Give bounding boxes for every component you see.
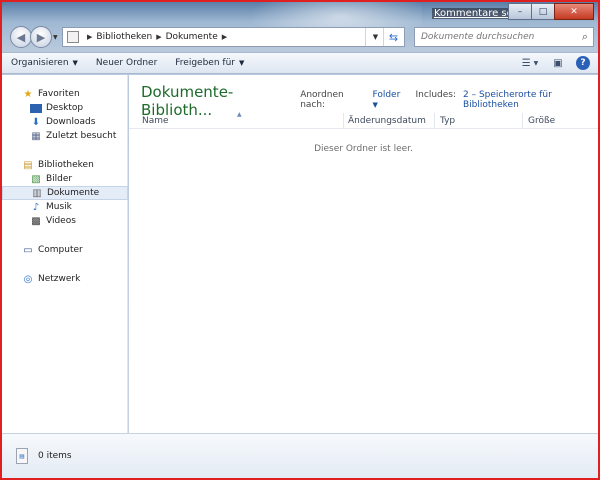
refresh-icon: ⇆ [388, 30, 399, 44]
address-dropdown-button[interactable]: ▼ [365, 28, 385, 46]
pictures-icon: ▧ [31, 173, 41, 185]
address-bar[interactable]: ▶ Bibliotheken ▶ Dokumente ▶ [62, 27, 405, 47]
status-library-icon: ▤ [16, 448, 28, 464]
nav-item-label: Videos [46, 216, 76, 226]
empty-folder-message: Dieser Ordner ist leer. [314, 144, 413, 154]
chevron-down-icon: ▼ [533, 59, 539, 67]
nav-item-label: Favoriten [38, 89, 80, 99]
nav-item-desktop[interactable]: Desktop [2, 101, 128, 115]
preview-pane-icon: ▣ [553, 57, 563, 69]
preview-pane-button[interactable]: ▣ [548, 55, 568, 71]
nav-item-libraries[interactable]: ▤ Bibliotheken [2, 158, 128, 172]
nav-item-label: Netzwerk [38, 274, 81, 284]
status-bar: ▤ 0 items [2, 433, 598, 478]
help-icon[interactable]: ? [576, 56, 590, 70]
breadcrumb-bibliotheken[interactable]: Bibliotheken [96, 32, 152, 42]
share-label: Freigeben für [175, 58, 235, 68]
libraries-icon: ▤ [23, 159, 33, 171]
column-divider[interactable] [343, 113, 344, 128]
maximize-button[interactable]: □ [531, 3, 555, 20]
nav-item-label: Bilder [46, 174, 73, 184]
chevron-down-icon: ▼ [372, 33, 379, 41]
arrange-by-dropdown[interactable]: Folder ▼ [372, 90, 405, 110]
explorer-window: Kommentare senden – □ ✕ ◀ ▶ ▼ ▶ Biblioth… [0, 0, 600, 480]
command-bar-right: ☰ ▼ ▣ ? [520, 55, 598, 71]
sort-ascending-icon: ▲ [237, 111, 242, 118]
organize-label: Organisieren [11, 58, 69, 68]
navigation-pane: ★ Favoriten Desktop ⬇ Downloads ▦ Zuletz… [2, 75, 128, 433]
network-icon: ◎ [23, 273, 33, 285]
column-size[interactable]: Größe [528, 116, 555, 128]
arrow-left-icon: ◀ [16, 30, 26, 44]
view-options-button[interactable]: ☰ ▼ [520, 55, 540, 71]
minimize-button[interactable]: – [508, 3, 532, 20]
back-button[interactable]: ◀ [10, 26, 32, 48]
nav-item-documents[interactable]: ▥ Dokumente [2, 186, 128, 200]
close-button[interactable]: ✕ [554, 3, 594, 20]
nav-item-downloads[interactable]: ⬇ Downloads [2, 115, 128, 129]
breadcrumb-arrow-icon[interactable]: ▶ [222, 33, 227, 41]
content-pane: Dokumente-Biblioth... Anordnen nach: Fol… [129, 75, 598, 433]
column-divider[interactable] [434, 113, 435, 128]
nav-item-label: Musik [46, 202, 72, 212]
arrange-label: Anordnen nach: [300, 90, 344, 110]
view-list-icon: ☰ [521, 57, 531, 69]
videos-icon: ▩ [31, 215, 41, 227]
search-box[interactable]: ⌕ [414, 27, 594, 47]
column-divider[interactable] [522, 113, 523, 128]
recent-places-icon: ▦ [31, 130, 41, 142]
nav-item-label: Downloads [46, 117, 96, 127]
nav-item-label: Desktop [46, 103, 84, 113]
nav-item-favorites[interactable]: ★ Favoriten [2, 87, 128, 101]
column-name[interactable]: Name [142, 116, 169, 128]
share-menu-button[interactable]: Freigeben für ▼ [166, 58, 253, 68]
nav-item-recent[interactable]: ▦ Zuletzt besucht [2, 129, 128, 143]
new-folder-button[interactable]: Neuer Ordner [87, 58, 166, 68]
chevron-down-icon: ▼ [238, 59, 245, 67]
breadcrumb-arrow-icon[interactable]: ▶ [156, 33, 161, 41]
downloads-icon: ⬇ [31, 116, 41, 128]
arrow-right-icon: ▶ [36, 30, 46, 44]
new-folder-label: Neuer Ordner [95, 58, 158, 68]
chevron-down-icon: ▼ [372, 101, 378, 109]
nav-item-music[interactable]: ♪ Musik [2, 200, 128, 214]
organize-menu-button[interactable]: Organisieren ▼ [2, 58, 87, 68]
music-icon: ♪ [32, 201, 40, 213]
library-locations-link[interactable]: 2 – Speicherorte für Bibliotheken [463, 90, 598, 110]
forward-button[interactable]: ▶ [30, 26, 52, 48]
arrange-value: Folder [372, 90, 401, 100]
column-type[interactable]: Typ [440, 116, 455, 128]
nav-item-label: Zuletzt besucht [46, 131, 117, 141]
item-count: 0 items [38, 451, 72, 461]
nav-item-videos[interactable]: ▩ Videos [2, 214, 128, 228]
computer-icon: ▭ [23, 244, 33, 256]
nav-item-label: Bibliotheken [38, 160, 94, 170]
column-modified[interactable]: Änderungsdatum [348, 116, 426, 128]
caption-buttons: – □ ✕ [508, 3, 594, 20]
library-folder-icon [67, 31, 79, 43]
desktop-icon [30, 103, 42, 113]
command-bar: Organisieren ▼ Neuer Ordner Freigeben fü… [2, 52, 598, 74]
breadcrumb-arrow-icon[interactable]: ▶ [87, 33, 92, 41]
documents-icon: ▥ [32, 187, 42, 199]
column-header-row: ▲ Name Änderungsdatum Typ Größe [129, 111, 598, 129]
nav-item-label: Dokumente [47, 188, 100, 198]
refresh-button[interactable]: ⇆ [383, 28, 403, 46]
search-icon[interactable]: ⌕ [582, 30, 588, 44]
includes-label: Includes: [415, 90, 456, 100]
nav-item-network[interactable]: ◎ Netzwerk [2, 272, 128, 286]
breadcrumb-dokumente[interactable]: Dokumente [166, 32, 218, 42]
nav-item-computer[interactable]: ▭ Computer [2, 243, 128, 257]
star-icon: ★ [23, 88, 33, 100]
recent-pages-dropdown-icon[interactable]: ▼ [53, 34, 58, 41]
search-input[interactable] [415, 32, 565, 42]
nav-item-label: Computer [38, 245, 83, 255]
nav-item-pictures[interactable]: ▧ Bilder [2, 172, 128, 186]
chevron-down-icon: ▼ [72, 59, 78, 67]
